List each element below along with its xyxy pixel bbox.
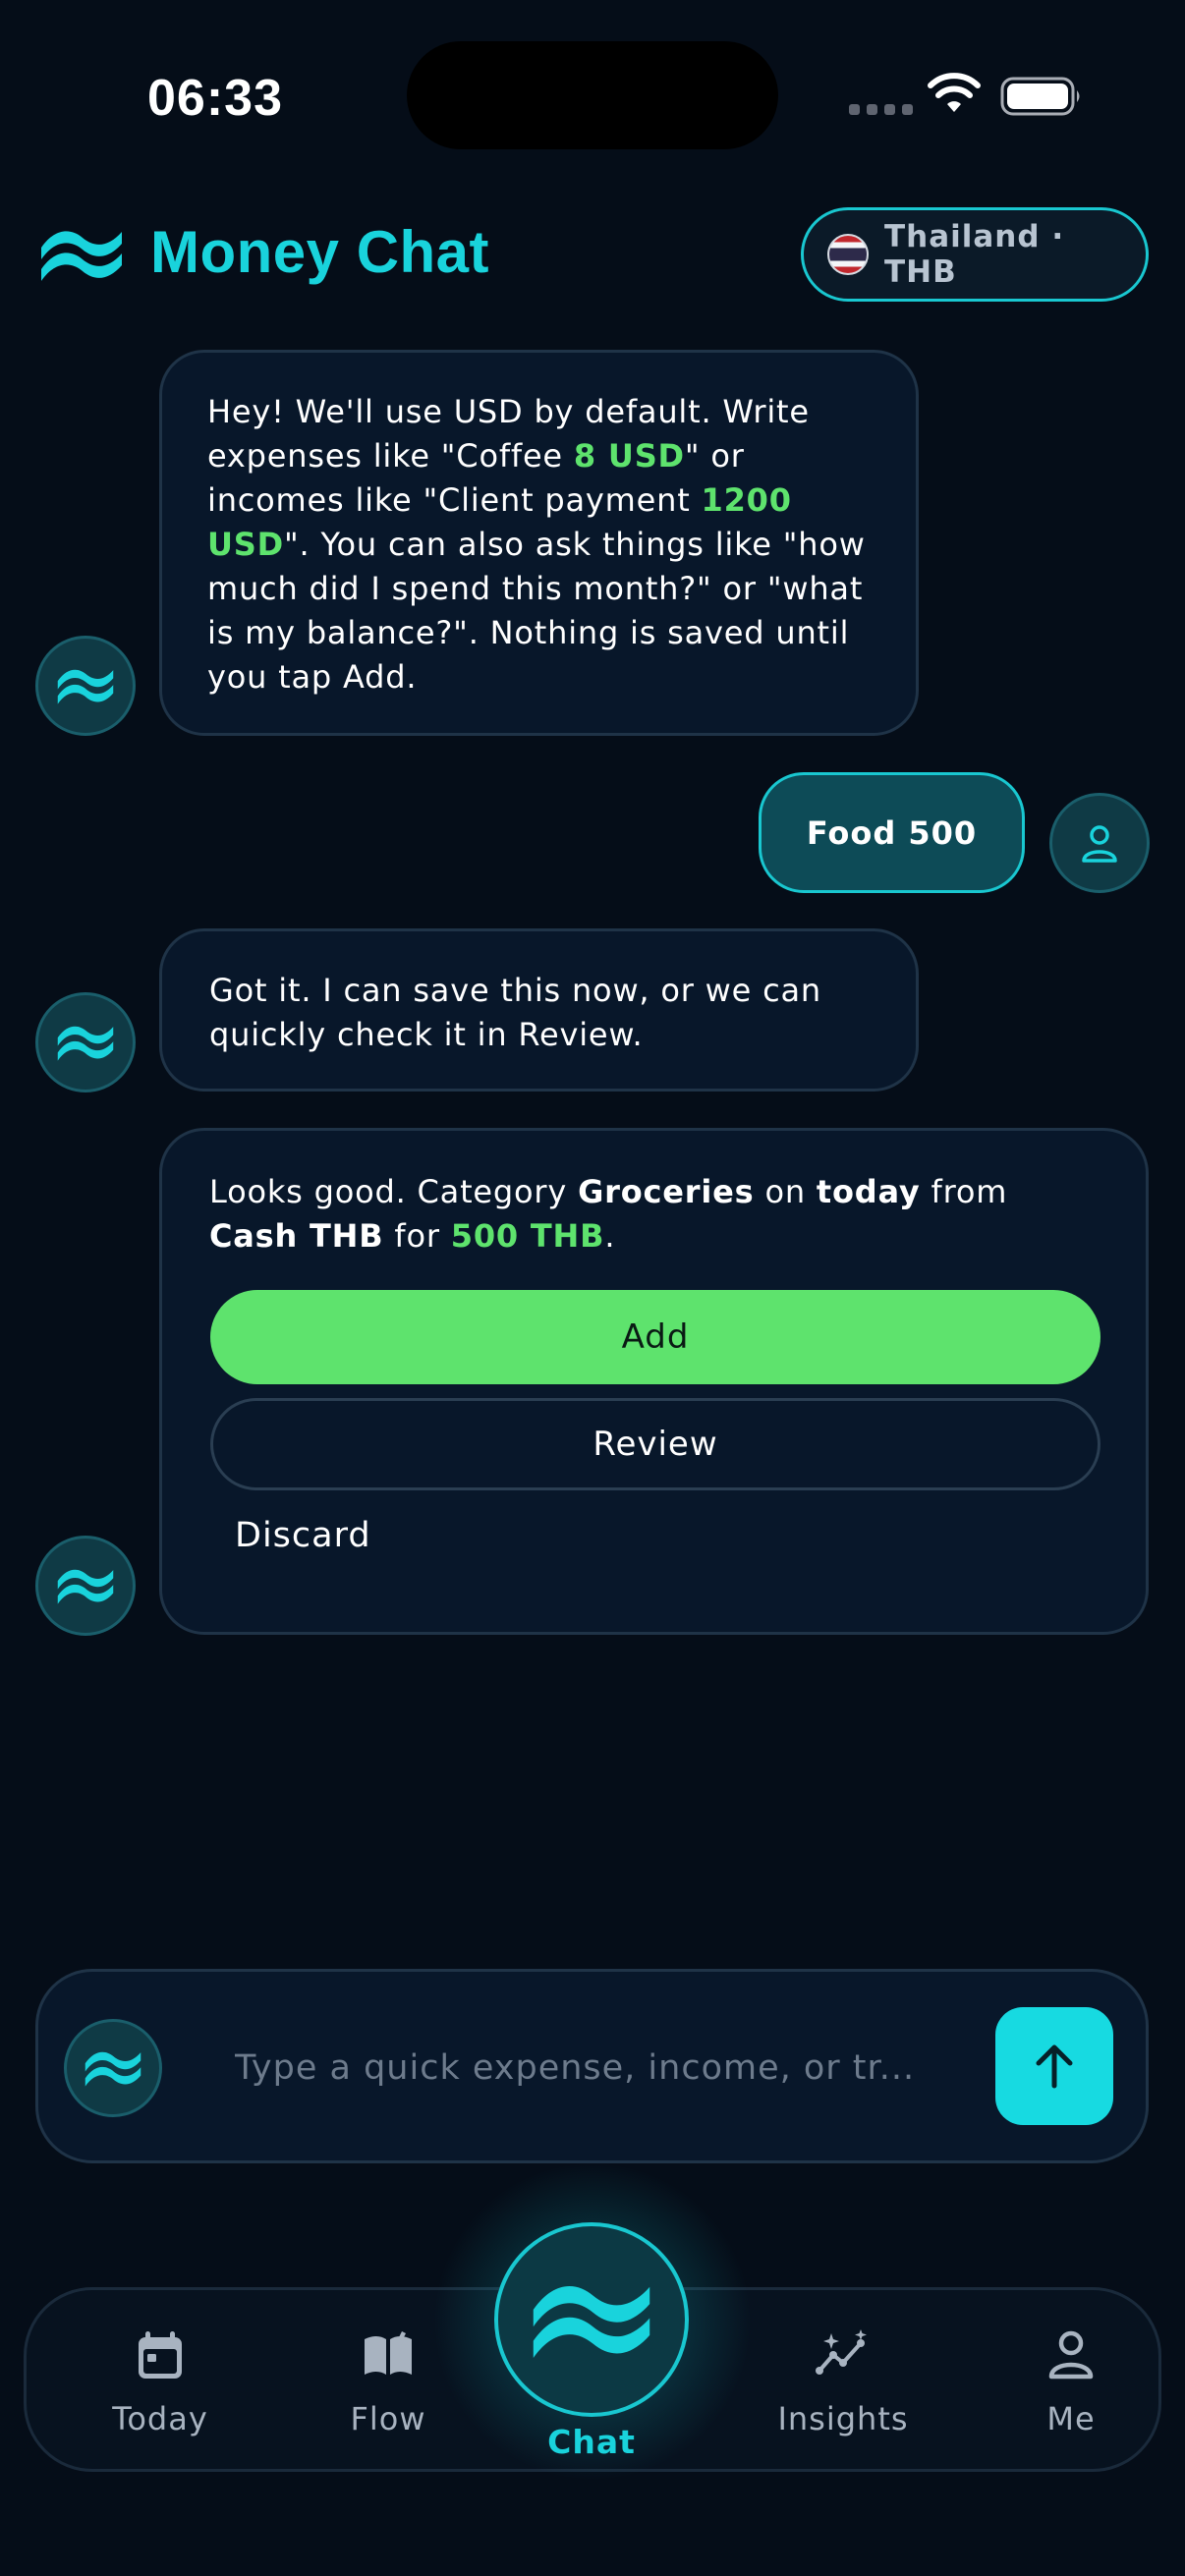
- wave-logo-icon: [57, 1026, 114, 1061]
- discard-button[interactable]: Discard: [235, 1514, 371, 1558]
- wave-logo-icon: [533, 2285, 650, 2358]
- message-composer: [35, 1969, 1149, 2163]
- assistant-avatar: [35, 636, 136, 736]
- tab-chat[interactable]: [494, 2222, 689, 2417]
- battery-icon: [1000, 77, 1080, 116]
- reply-message-bubble: Got it. I can save this now, or we can q…: [159, 928, 919, 1092]
- thailand-flag-icon: [827, 234, 869, 275]
- category-value: Groceries: [578, 1173, 755, 1210]
- arrow-up-icon: [1036, 2044, 1073, 2089]
- user-avatar: [1049, 793, 1150, 893]
- tab-today[interactable]: Today: [72, 2290, 249, 2475]
- confirm-summary: Looks good. Category Groceries on today …: [209, 1173, 1008, 1255]
- assistant-avatar: [35, 992, 136, 1092]
- message-input[interactable]: [235, 2039, 982, 2098]
- tab-label: Me: [1046, 2400, 1096, 2437]
- sparkle-chart-icon: [816, 2329, 867, 2375]
- confirm-transaction-card: Looks good. Category Groceries on today …: [159, 1128, 1149, 1635]
- tab-insights[interactable]: Insights: [755, 2290, 931, 2475]
- account-value: Cash THB: [209, 1217, 384, 1255]
- wave-logo-icon: [85, 2051, 141, 2087]
- date-value: today: [816, 1173, 921, 1210]
- region-selector[interactable]: Thailand · THB: [801, 207, 1149, 302]
- welcome-text-part: ". You can also ask things like "how muc…: [207, 526, 866, 696]
- composer-avatar: [64, 2019, 162, 2117]
- add-button[interactable]: Add: [210, 1290, 1100, 1384]
- person-icon: [1048, 2330, 1094, 2380]
- tab-label: Flow: [350, 2400, 426, 2437]
- dynamic-island: [407, 41, 778, 149]
- calendar-icon: [139, 2331, 182, 2379]
- book-icon: [365, 2331, 412, 2375]
- review-button[interactable]: Review: [210, 1398, 1100, 1490]
- amount-value: 500 THB: [450, 1217, 605, 1255]
- person-icon: [1082, 825, 1117, 863]
- wave-logo-icon: [57, 1569, 114, 1604]
- example-expense-amount: 8 USD: [573, 437, 685, 475]
- tab-label: Today: [112, 2400, 208, 2437]
- send-button[interactable]: [995, 2007, 1113, 2125]
- region-label: Thailand · THB: [884, 219, 1065, 290]
- app-title: Money Chat: [150, 219, 490, 285]
- tab-label: Insights: [777, 2400, 909, 2437]
- welcome-message-bubble: Hey! We'll use USD by default. Write exp…: [159, 350, 919, 736]
- tab-chat-label: Chat: [547, 2423, 636, 2461]
- assistant-avatar: [35, 1536, 136, 1636]
- tab-me[interactable]: Me: [983, 2290, 1159, 2475]
- status-time: 06:33: [147, 70, 283, 127]
- wifi-icon: [928, 73, 981, 112]
- cellular-signal-icon: [849, 104, 913, 115]
- user-message-bubble: Food 500: [759, 772, 1025, 893]
- wave-logo-icon: [57, 669, 114, 704]
- money-chat-logo-icon: [41, 231, 122, 281]
